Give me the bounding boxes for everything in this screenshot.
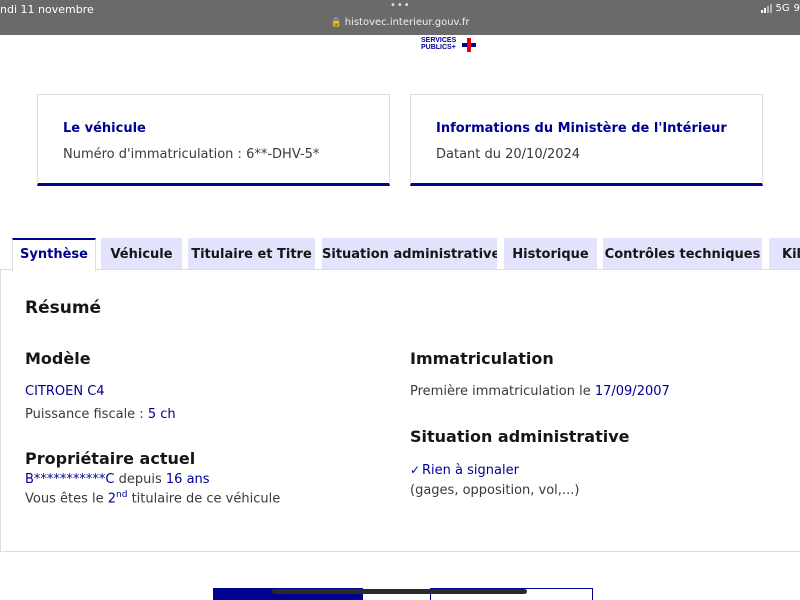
vehicle-card: Le véhicule Numéro d'immatriculation : 6… <box>37 94 390 186</box>
lock-icon: 🔒 <box>330 18 342 28</box>
home-indicator[interactable] <box>272 589 527 594</box>
logo-line-2: PUBLICS+ <box>421 44 456 51</box>
first-registration-label: Première immatriculation le <box>410 384 595 399</box>
signal-indicator: 5G 9 <box>760 3 800 14</box>
first-registration-date: 17/09/2007 <box>594 384 670 399</box>
model-name: CITROEN C4 <box>25 384 105 399</box>
tab-situation-administrative[interactable]: Situation administrative <box>322 238 497 270</box>
battery-label: 9 <box>793 3 800 14</box>
registration-number: Numéro d'immatriculation : 6**-DHV-5* <box>63 147 320 162</box>
vehicle-card-title: Le véhicule <box>63 121 146 136</box>
services-publics-logo[interactable]: SERVICES PUBLICS+ <box>421 37 476 52</box>
logo-line-1: SERVICES <box>421 37 457 44</box>
admin-status: ✓ Rien à signaler <box>410 463 519 478</box>
tab-synthese[interactable]: Synthèse <box>12 238 96 271</box>
tab-bar: Synthèse Véhicule Titulaire et Titre Sit… <box>0 238 800 271</box>
owner-rank-end: titulaire de ce véhicule <box>127 491 281 507</box>
owner-heading: Propriétaire actuel <box>25 449 196 468</box>
more-dots-icon[interactable]: ••• <box>390 0 411 11</box>
ministry-card-title: Informations du Ministère de l'Intérieur <box>436 121 727 136</box>
owner-rank-number: 2 <box>107 491 117 507</box>
owner-rank: Vous êtes le 2nd titulaire de ce véhicul… <box>25 490 280 506</box>
url-text: histovec.interieur.gouv.fr <box>344 17 470 28</box>
tab-titulaire[interactable]: Titulaire et Titre <box>188 238 315 270</box>
tab-historique[interactable]: Historique <box>504 238 597 270</box>
network-label: 5G <box>775 3 790 14</box>
tab-controles-techniques[interactable]: Contrôles techniques <box>603 238 762 270</box>
admin-details: (gages, opposition, vol,...) <box>410 483 580 498</box>
tab-vehicule[interactable]: Véhicule <box>101 238 182 270</box>
plus-cross-icon <box>462 38 476 52</box>
fiscal-power-value: 5 ch <box>147 407 176 422</box>
admin-heading: Situation administrative <box>410 427 630 446</box>
owner-rank-prefix: Vous êtes le <box>25 491 108 507</box>
owner-rank-suffix: nd <box>116 490 128 500</box>
fiscal-power-label: Puissance fiscale : <box>25 407 148 422</box>
registration-heading: Immatriculation <box>410 349 554 368</box>
tab-kilometrage[interactable]: Kilo <box>769 238 800 270</box>
fiscal-power: Puissance fiscale : 5 ch <box>25 407 176 422</box>
data-date: Datant du 20/10/2024 <box>436 147 581 162</box>
admin-status-text: Rien à signaler <box>422 463 519 478</box>
browser-status-bar: ndi 11 novembre ••• 🔒 histovec.interieur.… <box>0 0 800 35</box>
date-label: ndi 11 novembre <box>0 3 94 16</box>
first-registration: Première immatriculation le 17/09/2007 <box>410 384 670 399</box>
owner-info: B***********C depuis 16 ans <box>25 472 210 487</box>
check-icon: ✓ <box>410 463 421 477</box>
owner-id: B***********C <box>25 472 115 487</box>
model-heading: Modèle <box>25 349 91 368</box>
owner-since-label: depuis <box>114 472 166 487</box>
ministry-card: Informations du Ministère de l'Intérieur… <box>410 94 763 186</box>
signal-bars-icon <box>760 4 772 13</box>
owner-since-value: 16 ans <box>165 472 210 487</box>
summary-heading: Résumé <box>25 298 102 318</box>
address-bar[interactable]: 🔒 histovec.interieur.gouv.fr <box>0 17 800 28</box>
